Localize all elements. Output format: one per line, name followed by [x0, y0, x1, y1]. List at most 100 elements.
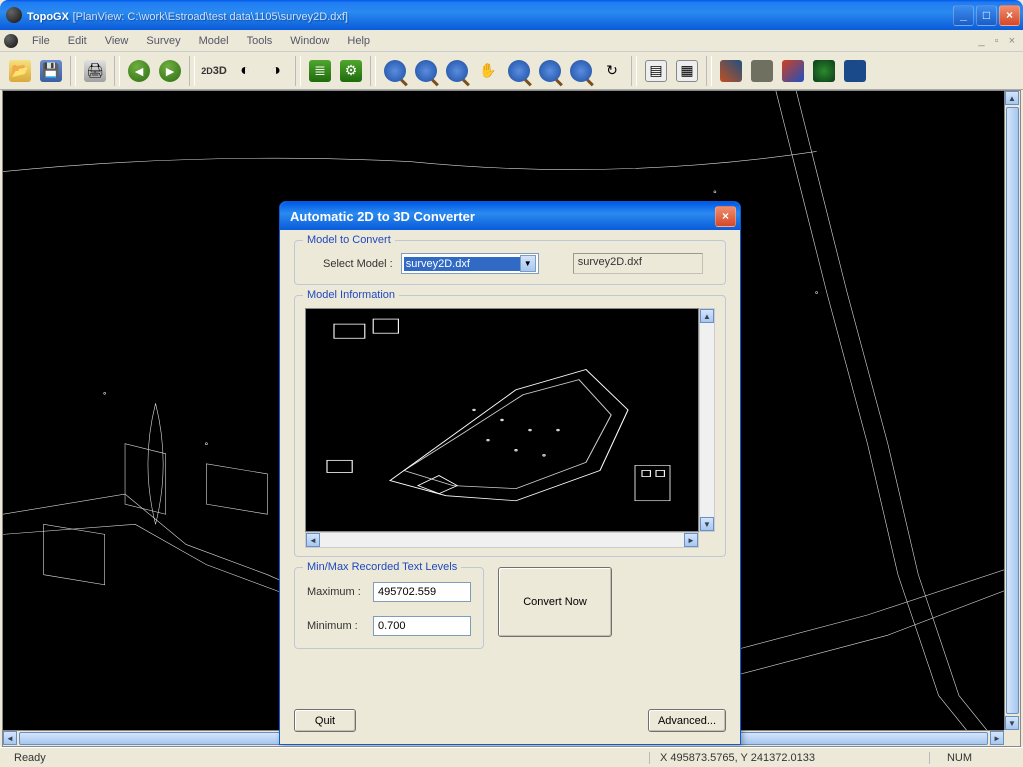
zoom-out-button[interactable]: [412, 57, 440, 85]
menubar: File Edit View Survey Model Tools Window…: [0, 30, 1023, 52]
view-wire2-button[interactable]: ◑: [262, 57, 290, 85]
scroll-left-arrow[interactable]: ◄: [306, 533, 320, 547]
menu-file[interactable]: File: [24, 33, 58, 49]
zoom-window-icon: [508, 60, 530, 82]
menu-tools[interactable]: Tools: [239, 33, 281, 49]
zoom-in-icon: [384, 60, 406, 82]
zoom-in-button[interactable]: [381, 57, 409, 85]
toolbar: 📂 💾 🖨 ◄ ► 2D3D ◐ ◑ ≣ ⚙ ✋ ↻ ▤ ▦: [0, 52, 1023, 90]
zoom-refresh-button[interactable]: ↻: [598, 57, 626, 85]
scroll-down-arrow[interactable]: ▼: [1005, 716, 1019, 730]
hand-icon: ✋: [477, 60, 499, 82]
group-legend: Model Information: [303, 289, 399, 301]
menu-view[interactable]: View: [97, 33, 137, 49]
nav-back-button[interactable]: ◄: [125, 57, 153, 85]
wireframe-icon: ◐: [234, 60, 256, 82]
converter-dialog: Automatic 2D to 3D Converter × Model to …: [279, 201, 741, 745]
render3-button[interactable]: [779, 57, 807, 85]
toolbar-separator: [114, 56, 120, 86]
vertical-scroll-thumb[interactable]: [1006, 107, 1019, 714]
dialog-titlebar[interactable]: Automatic 2D to 3D Converter ×: [280, 202, 740, 230]
view-2d3d-button[interactable]: 2D3D: [200, 57, 228, 85]
zoom-extents-button[interactable]: [443, 57, 471, 85]
menu-help[interactable]: Help: [339, 33, 378, 49]
preview-horizontal-scrollbar[interactable]: ◄ ►: [305, 532, 699, 548]
select-model-value: survey2D.dxf: [404, 257, 520, 271]
refresh-icon: ↻: [601, 60, 623, 82]
render-heat-icon: [782, 60, 804, 82]
save-button[interactable]: 💾: [37, 57, 65, 85]
dialog-title: Automatic 2D to 3D Converter: [290, 209, 715, 224]
mdi-restore-button[interactable]: ▫: [991, 35, 1003, 47]
model-preview-canvas[interactable]: [305, 308, 699, 532]
group-legend: Model to Convert: [303, 234, 395, 246]
status-numlock: NUM: [929, 752, 989, 764]
window-titlebar: TopoGX [PlanView: C:\work\Estroad\test d…: [0, 0, 1023, 30]
arrow-left-icon: ◄: [128, 60, 150, 82]
scroll-left-arrow[interactable]: ◄: [3, 731, 17, 745]
scroll-right-arrow[interactable]: ►: [684, 533, 698, 547]
advanced-button[interactable]: Advanced...: [648, 709, 726, 732]
select-model-dropdown[interactable]: survey2D.dxf ▼: [401, 253, 539, 274]
view-wire1-button[interactable]: ◐: [231, 57, 259, 85]
print-icon: 🖨: [84, 60, 106, 82]
window-close-button[interactable]: ×: [999, 5, 1020, 26]
menu-window[interactable]: Window: [282, 33, 337, 49]
arrow-right-icon: ►: [159, 60, 181, 82]
scroll-up-arrow[interactable]: ▲: [700, 309, 714, 323]
scroll-right-arrow[interactable]: ►: [990, 731, 1004, 745]
render2-button[interactable]: [748, 57, 776, 85]
toolbar-separator: [706, 56, 712, 86]
minimum-input[interactable]: [373, 616, 471, 636]
maximum-label: Maximum :: [307, 586, 365, 598]
chevron-down-icon: ▼: [520, 255, 536, 272]
render4-button[interactable]: [810, 57, 838, 85]
zoom-window-button[interactable]: [505, 57, 533, 85]
model-to-convert-group: Model to Convert Select Model : survey2D…: [294, 240, 726, 285]
layers-button[interactable]: ≣: [306, 57, 334, 85]
render-texture-icon: [751, 60, 773, 82]
mdi-minimize-button[interactable]: _: [975, 35, 989, 47]
zoom-rotate-icon: [539, 60, 561, 82]
zoom-rotate-button[interactable]: [536, 57, 564, 85]
menu-survey[interactable]: Survey: [138, 33, 188, 49]
quit-button[interactable]: Quit: [294, 709, 356, 732]
status-ready: Ready: [4, 752, 56, 764]
menubar-app-icon: [4, 34, 18, 48]
report2-icon: ▦: [676, 60, 698, 82]
render5-button[interactable]: [841, 57, 869, 85]
model-preview-area: ▲ ▼ ◄ ►: [305, 308, 715, 548]
nav-forward-button[interactable]: ►: [156, 57, 184, 85]
toolbar-separator: [70, 56, 76, 86]
vertical-scrollbar[interactable]: ▲ ▼: [1004, 91, 1020, 730]
scroll-up-arrow[interactable]: ▲: [1005, 91, 1019, 105]
settings-button[interactable]: ⚙: [337, 57, 365, 85]
render-dots-icon: [844, 60, 866, 82]
convert-now-button[interactable]: Convert Now: [498, 567, 612, 637]
print-button[interactable]: 🖨: [81, 57, 109, 85]
report2-button[interactable]: ▦: [673, 57, 701, 85]
wireframe-plus-icon: ◑: [265, 60, 287, 82]
plan-view-canvas[interactable]: ▲ ▼ ◄ ► Automatic 2D to 3D Converter × M…: [2, 90, 1021, 747]
zoom-prev-button[interactable]: [567, 57, 595, 85]
scroll-down-arrow[interactable]: ▼: [700, 517, 714, 531]
toolbar-separator: [370, 56, 376, 86]
maximum-input[interactable]: [373, 582, 471, 602]
folder-icon: 📂: [9, 60, 31, 82]
menu-edit[interactable]: Edit: [60, 33, 95, 49]
mdi-close-button[interactable]: ×: [1005, 35, 1019, 47]
dialog-body: Model to Convert Select Model : survey2D…: [280, 230, 740, 744]
zoom-out-icon: [415, 60, 437, 82]
dialog-close-button[interactable]: ×: [715, 206, 736, 227]
report1-button[interactable]: ▤: [642, 57, 670, 85]
open-button[interactable]: 📂: [6, 57, 34, 85]
preview-vertical-scrollbar[interactable]: ▲ ▼: [699, 308, 715, 532]
minimum-label: Minimum :: [307, 620, 365, 632]
pan-button[interactable]: ✋: [474, 57, 502, 85]
select-model-label: Select Model :: [323, 258, 393, 270]
render1-button[interactable]: [717, 57, 745, 85]
render-rainbow-icon: [720, 60, 742, 82]
window-maximize-button[interactable]: □: [976, 5, 997, 26]
menu-model[interactable]: Model: [191, 33, 237, 49]
window-minimize-button[interactable]: _: [953, 5, 974, 26]
